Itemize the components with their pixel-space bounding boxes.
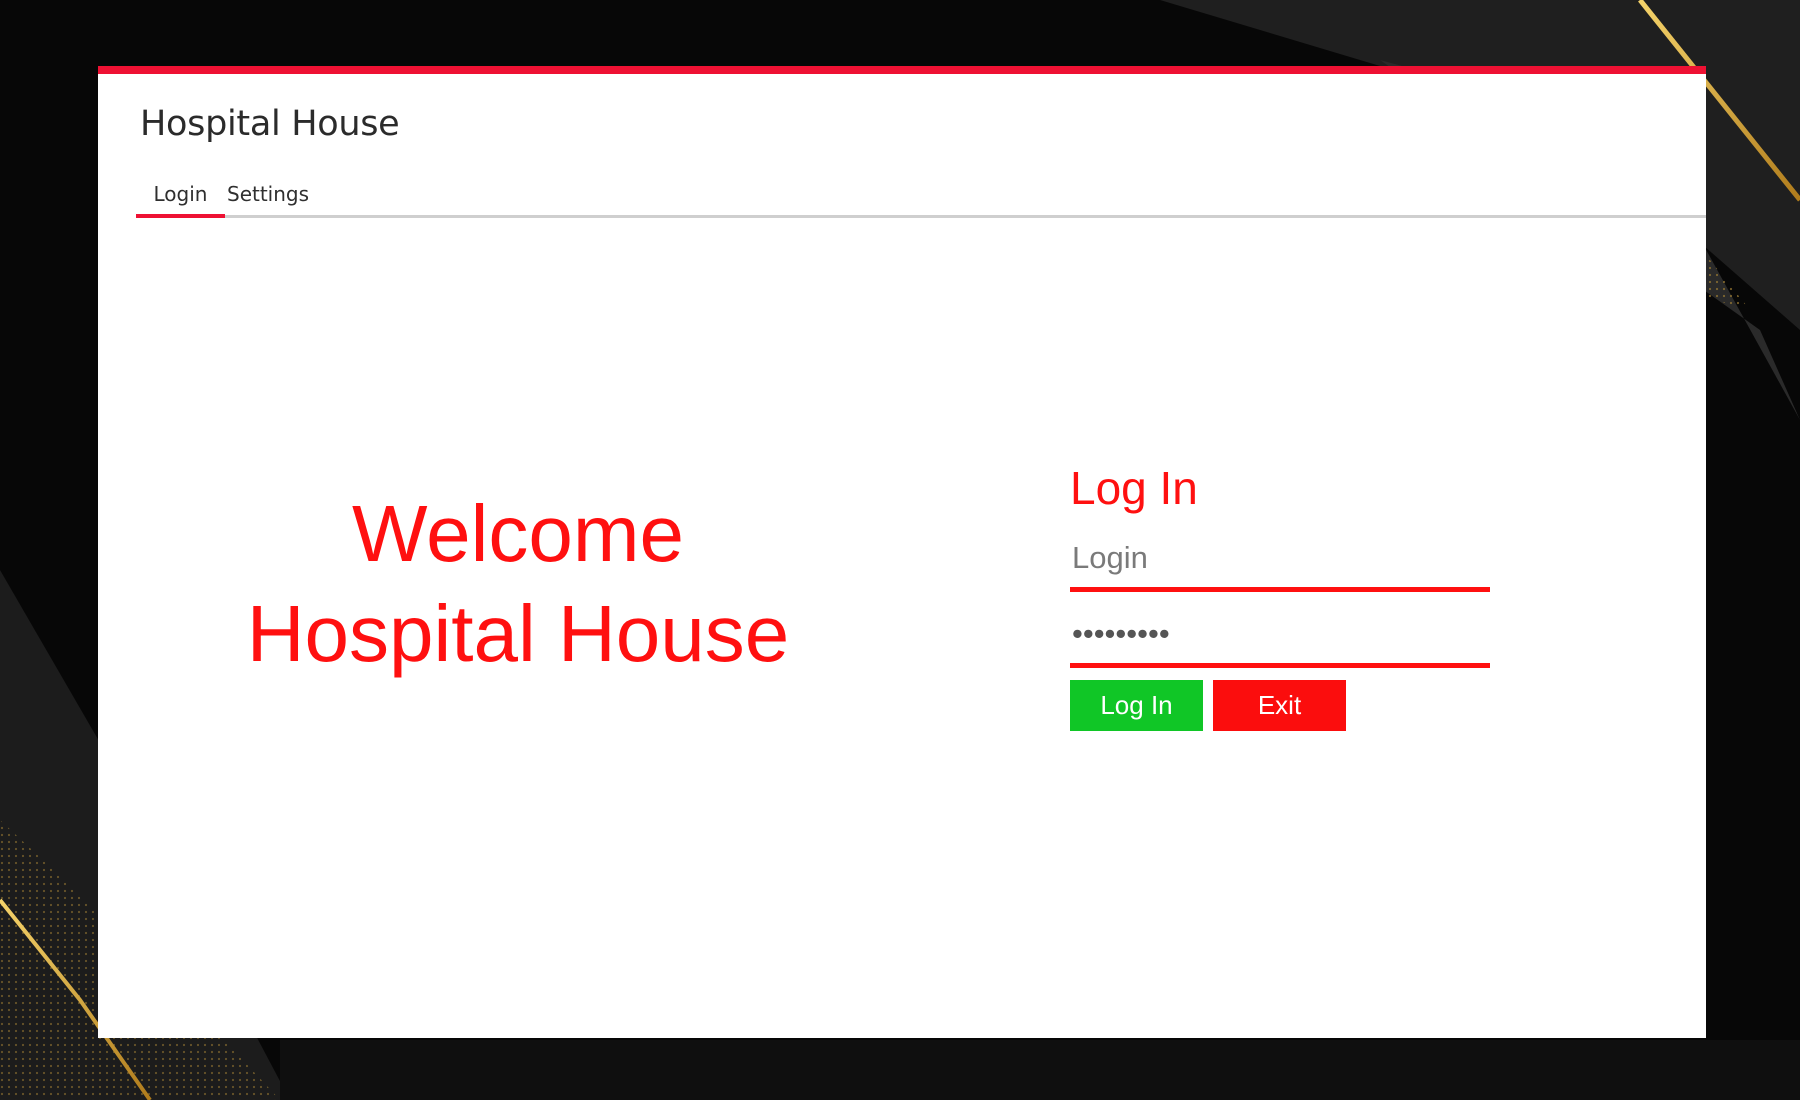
login-field-wrapper [1070, 530, 1490, 592]
window-accent-bar [98, 66, 1706, 74]
exit-button[interactable]: Exit [1213, 680, 1346, 731]
login-button[interactable]: Log In [1070, 680, 1203, 731]
password-field-wrapper [1070, 606, 1490, 668]
welcome-line-2: Hospital House [246, 589, 790, 678]
welcome-message: Welcome Hospital House [198, 484, 838, 684]
login-panel: Log In Log In Exit [1070, 460, 1490, 731]
login-field-underline [1070, 587, 1490, 592]
tab-bar-divider [136, 215, 1706, 218]
app-title: Hospital House [140, 104, 400, 144]
tab-bar: Login Settings [136, 174, 1706, 218]
app-window: Hospital House Login Settings Welcome Ho… [98, 66, 1706, 1038]
login-heading: Log In [1070, 462, 1198, 514]
password-field-underline [1070, 663, 1490, 668]
password-input[interactable] [1070, 606, 1490, 662]
welcome-line-1: Welcome [352, 489, 684, 578]
tab-login[interactable]: Login [136, 174, 225, 218]
tab-settings[interactable]: Settings [227, 174, 309, 218]
active-tab-indicator [136, 214, 225, 218]
button-row: Log In Exit [1070, 680, 1490, 731]
login-input[interactable] [1070, 530, 1490, 586]
